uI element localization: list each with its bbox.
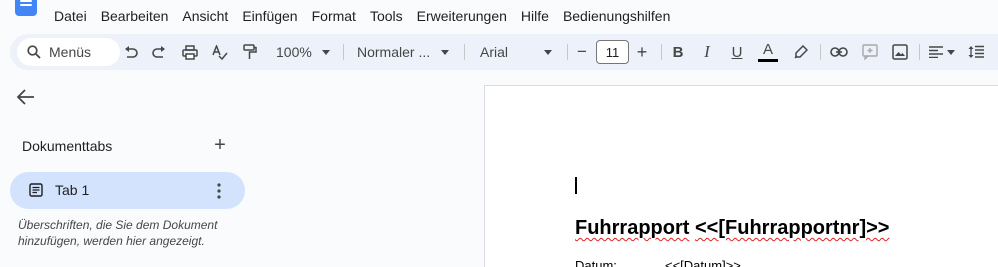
image-icon	[892, 44, 908, 60]
tab-label: Tab 1	[55, 182, 90, 198]
document-icon	[29, 183, 43, 197]
undo-icon	[125, 46, 138, 58]
spellcheck-icon	[212, 44, 228, 60]
italic-button[interactable]: I	[696, 34, 718, 70]
docs-logo-icon[interactable]	[15, 0, 37, 16]
toolbar-divider	[820, 44, 821, 60]
zoom-value: 100%	[276, 44, 312, 60]
zoom-select[interactable]: 100%	[272, 34, 334, 70]
add-comment-icon	[862, 44, 878, 60]
toolbar-divider	[567, 44, 568, 60]
paragraph-style-value: Normaler ...	[357, 44, 431, 60]
menu-hilfe[interactable]: Hilfe	[514, 6, 556, 26]
toolbar-divider	[661, 44, 662, 60]
highlighter-icon	[794, 45, 808, 59]
font-family-select[interactable]: Arial	[476, 34, 556, 70]
toolbar-divider	[464, 44, 465, 60]
paint-format-button[interactable]	[238, 34, 262, 70]
text-color-swatch	[758, 58, 778, 62]
paragraph-style-select[interactable]: Normaler ...	[353, 34, 453, 70]
toolbar-divider	[343, 44, 344, 60]
decrease-font-size-button[interactable]: −	[573, 34, 591, 70]
menu-bedienungshilfen[interactable]: Bedienungshilfen	[556, 6, 677, 26]
menu-format[interactable]: Format	[305, 6, 363, 26]
menu-tools[interactable]: Tools	[363, 6, 410, 26]
menu-datei[interactable]: Datei	[47, 6, 94, 26]
date-label: Datum:	[575, 258, 617, 267]
highlight-color-button[interactable]	[789, 34, 813, 70]
font-family-value: Arial	[480, 44, 509, 60]
document-tabs-heading: Dokumenttabs	[22, 138, 113, 154]
spellcheck-button[interactable]	[208, 34, 232, 70]
menu-einfuegen[interactable]: Einfügen	[235, 6, 304, 26]
menu-search-button[interactable]: Menüs	[17, 38, 120, 66]
chevron-down-icon	[322, 49, 330, 55]
document-page[interactable]: Fuhrrapport <<[Fuhrrapportnr]>> Datum: <…	[484, 85, 998, 267]
insert-link-button[interactable]	[826, 34, 852, 70]
print-icon	[182, 44, 198, 60]
add-tab-button[interactable]: +	[212, 135, 228, 155]
paint-format-icon	[243, 44, 257, 59]
chevron-down-icon	[441, 49, 449, 55]
tab-item-tab-1[interactable]: Tab 1	[10, 172, 245, 209]
align-left-icon	[929, 46, 943, 58]
arrow-left-icon	[16, 89, 34, 105]
insert-image-button[interactable]	[888, 34, 912, 70]
date-line: Datum: <<[Datum]>>	[575, 258, 741, 267]
toolbar: Menüs 100% Normaler ... Arial − 11 + B I…	[10, 34, 998, 70]
increase-font-size-button[interactable]: +	[633, 34, 651, 70]
menu-bar: Datei Bearbeiten Ansicht Einfügen Format…	[0, 0, 998, 32]
redo-icon	[152, 46, 165, 58]
more-vert-icon[interactable]	[213, 182, 225, 200]
menu-search-label: Menüs	[49, 44, 92, 60]
font-size-input[interactable]: 11	[596, 40, 629, 64]
back-arrow-button[interactable]	[16, 87, 38, 109]
line-spacing-button[interactable]	[965, 34, 987, 70]
menu-erweiterungen[interactable]: Erweiterungen	[410, 6, 514, 26]
underline-button[interactable]: U	[726, 34, 748, 70]
add-comment-button[interactable]	[858, 34, 882, 70]
undo-button[interactable]	[120, 34, 142, 70]
chevron-down-icon	[544, 49, 552, 55]
menu-bearbeiten[interactable]: Bearbeiten	[94, 6, 176, 26]
link-icon	[830, 47, 848, 57]
search-icon	[27, 45, 41, 59]
text-cursor	[575, 177, 577, 194]
text-color-glyph: A	[762, 40, 773, 58]
heading-placeholder: <<[Fuhrrapportnr]>>	[695, 217, 890, 239]
menu-ansicht[interactable]: Ansicht	[175, 6, 235, 26]
text-color-button[interactable]: A	[756, 34, 780, 70]
menu-items: Datei Bearbeiten Ansicht Einfügen Format…	[47, 6, 677, 26]
chevron-down-icon	[947, 49, 955, 55]
document-heading: Fuhrrapport <<[Fuhrrapportnr]>>	[575, 217, 889, 240]
print-button[interactable]	[178, 34, 202, 70]
toolbar-divider	[919, 44, 920, 60]
date-placeholder: <<[Datum]>>	[665, 258, 741, 267]
heading-title: Fuhrrapport	[575, 217, 690, 239]
outline-hint-text: Überschriften, die Sie dem Dokument hinz…	[18, 218, 218, 248]
align-select[interactable]	[925, 34, 959, 70]
line-spacing-icon	[968, 45, 984, 58]
redo-button[interactable]	[148, 34, 170, 70]
bold-button[interactable]: B	[667, 34, 689, 70]
